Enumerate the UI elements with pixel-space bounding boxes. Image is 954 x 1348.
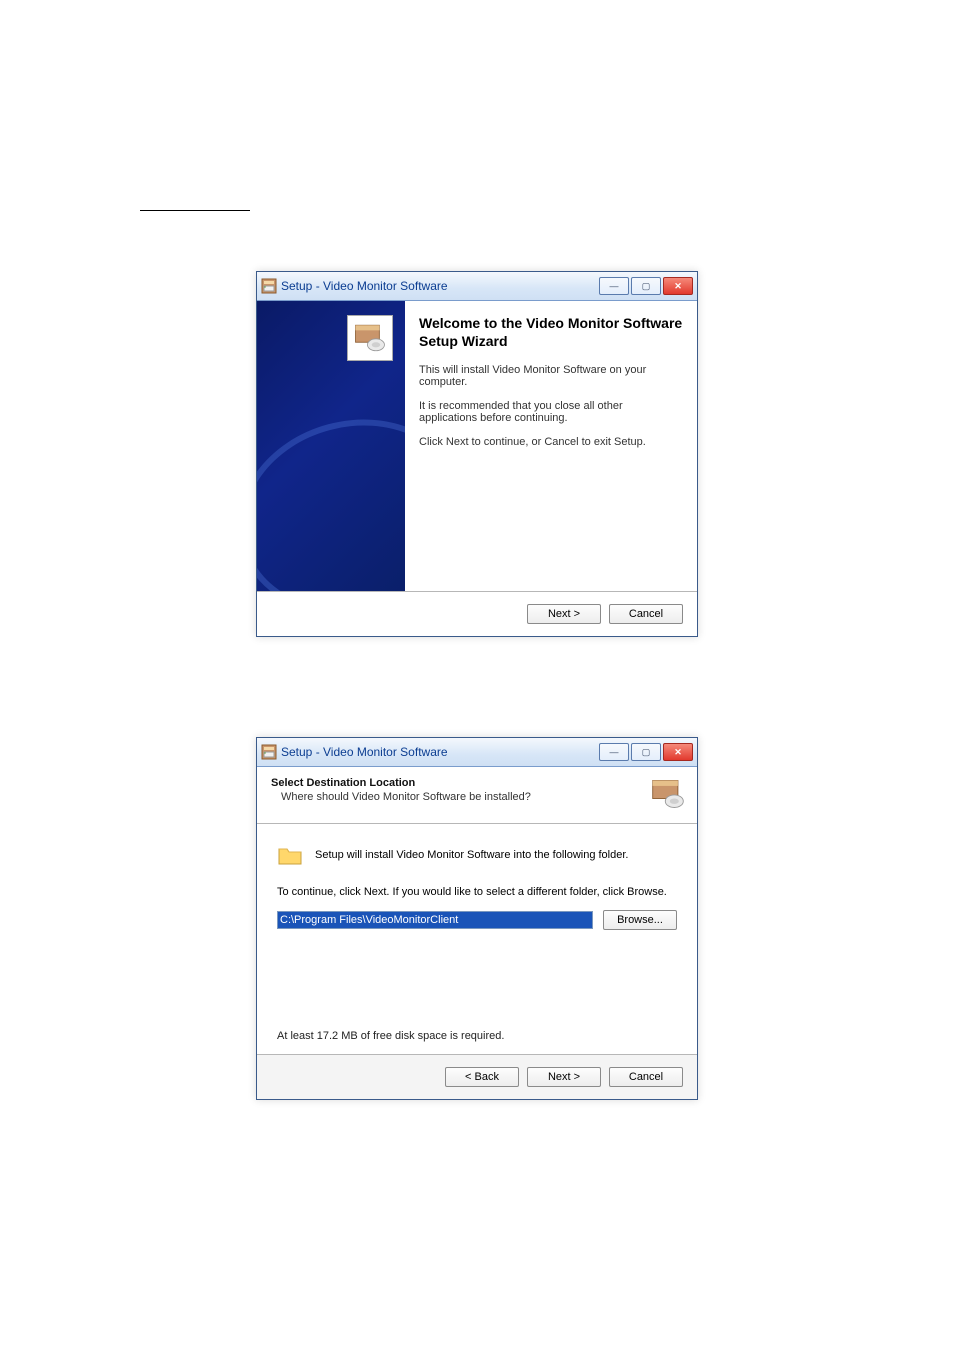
step-header: Select Destination Location Where should… <box>257 767 697 824</box>
wizard-intro-2: It is recommended that you close all oth… <box>419 400 683 424</box>
next-button[interactable]: Next > <box>527 1067 601 1087</box>
box-disc-icon <box>347 315 393 361</box>
back-button[interactable]: < Back <box>445 1067 519 1087</box>
browse-button[interactable]: Browse... <box>603 910 677 930</box>
cancel-button[interactable]: Cancel <box>609 1067 683 1087</box>
wizard-welcome: Setup - Video Monitor Software — ▢ ✕ <box>256 271 698 637</box>
wizard-destination: Setup - Video Monitor Software — ▢ ✕ Sel… <box>256 737 698 1100</box>
step-subtitle: Where should Video Monitor Software be i… <box>281 791 531 803</box>
folder-icon <box>277 842 303 868</box>
step-hint: To continue, click Next. If you would li… <box>277 886 677 898</box>
cancel-button[interactable]: Cancel <box>609 604 683 624</box>
step-body: Setup will install Video Monitor Softwar… <box>257 824 697 1054</box>
installer-icon <box>261 278 277 294</box>
step-intro: Setup will install Video Monitor Softwar… <box>315 849 628 861</box>
wizard-intro-3: Click Next to continue, or Cancel to exi… <box>419 436 683 448</box>
next-button[interactable]: Next > <box>527 604 601 624</box>
divider <box>140 210 250 211</box>
window-title: Setup - Video Monitor Software <box>281 745 448 759</box>
close-button[interactable]: ✕ <box>663 743 693 761</box>
wizard-footer: Next > Cancel <box>257 591 697 636</box>
titlebar: Setup - Video Monitor Software — ▢ ✕ <box>257 272 697 301</box>
disk-space-required: At least 17.2 MB of free disk space is r… <box>277 1030 504 1042</box>
box-disc-icon <box>649 775 687 813</box>
maximize-button[interactable]: ▢ <box>631 743 661 761</box>
wizard-heading: Welcome to the Video Monitor Software Se… <box>419 315 683 350</box>
close-button[interactable]: ✕ <box>663 277 693 295</box>
window-title: Setup - Video Monitor Software <box>281 279 448 293</box>
install-path-input[interactable]: C:\Program Files\VideoMonitorClient <box>277 911 593 929</box>
installer-icon <box>261 744 277 760</box>
wizard-intro-1: This will install Video Monitor Software… <box>419 364 683 388</box>
welcome-text: Welcome to the Video Monitor Software Se… <box>405 301 697 591</box>
step-title: Select Destination Location <box>271 777 531 789</box>
minimize-button[interactable]: — <box>599 743 629 761</box>
wizard-footer: < Back Next > Cancel <box>257 1054 697 1099</box>
minimize-button[interactable]: — <box>599 277 629 295</box>
side-banner <box>257 301 405 591</box>
document-page: Setup - Video Monitor Software — ▢ ✕ <box>0 0 954 1348</box>
titlebar: Setup - Video Monitor Software — ▢ ✕ <box>257 738 697 767</box>
maximize-button[interactable]: ▢ <box>631 277 661 295</box>
